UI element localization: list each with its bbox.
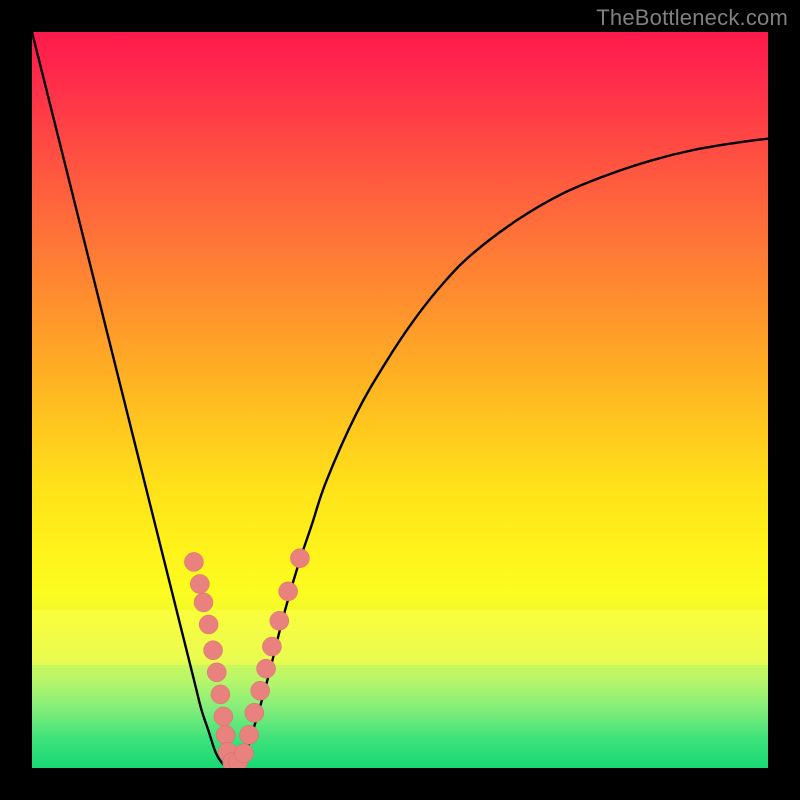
vertex-marker xyxy=(234,744,253,763)
attribution-text: TheBottleneck.com xyxy=(596,5,788,31)
chart-frame: TheBottleneck.com xyxy=(0,0,800,800)
curve-svg xyxy=(32,32,768,768)
plot-area xyxy=(32,32,768,768)
left-branch-marker xyxy=(184,552,203,571)
left-branch-marker xyxy=(211,685,230,704)
right-branch-marker xyxy=(290,549,309,568)
left-branch-marker xyxy=(204,641,223,660)
bottleneck-curve xyxy=(32,32,768,768)
left-branch-marker xyxy=(214,707,233,726)
left-branch-marker xyxy=(190,575,209,594)
left-branch-marker xyxy=(216,725,235,744)
right-branch-marker xyxy=(251,681,270,700)
left-branch-marker xyxy=(194,593,213,612)
right-branch-marker xyxy=(270,611,289,630)
right-branch-marker xyxy=(240,725,259,744)
right-branch-marker xyxy=(257,659,276,678)
right-branch-marker xyxy=(245,703,264,722)
right-branch-marker xyxy=(279,582,298,601)
left-branch-marker xyxy=(207,663,226,682)
right-branch-marker xyxy=(262,637,281,656)
curve-markers-group xyxy=(184,549,309,768)
left-branch-marker xyxy=(199,615,218,634)
